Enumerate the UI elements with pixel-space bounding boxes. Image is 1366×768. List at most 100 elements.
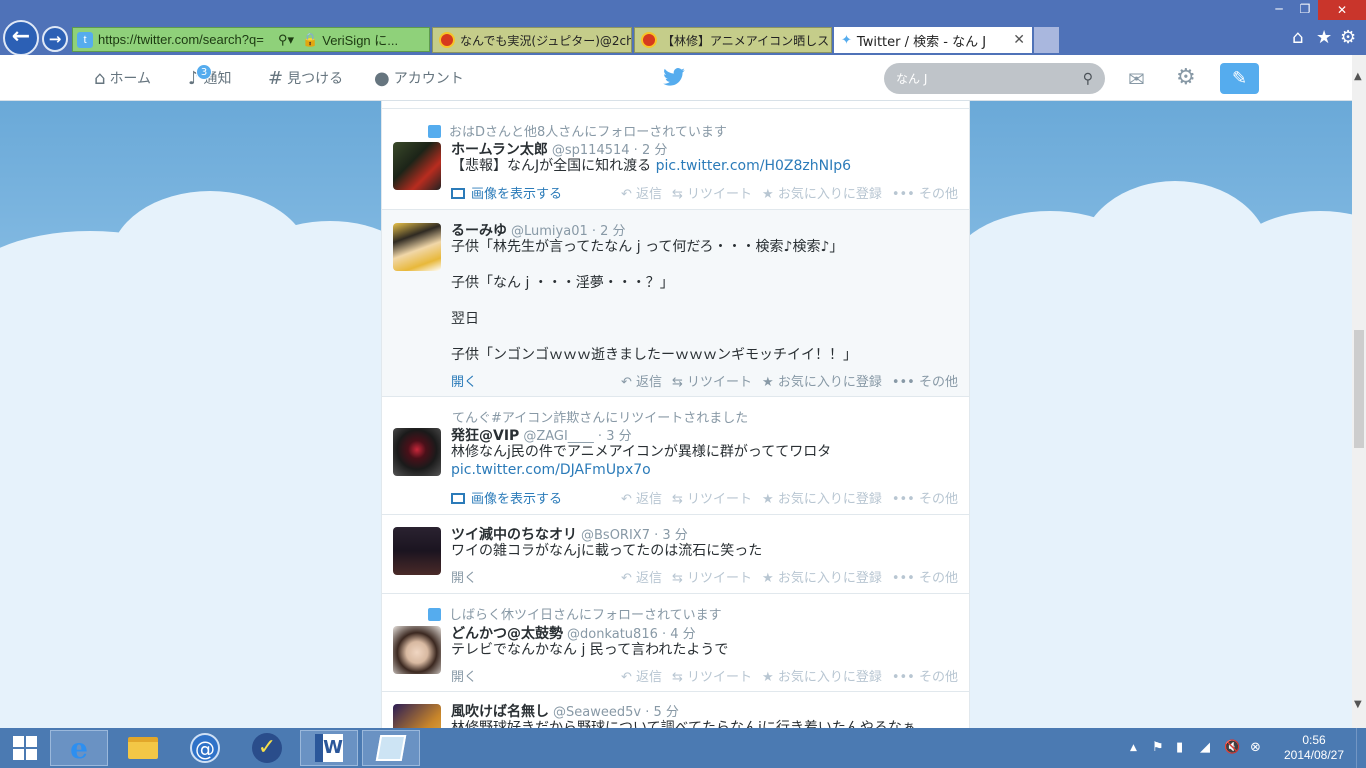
retweet-button[interactable]: ⇆ リツイート	[672, 371, 752, 390]
retweet-button[interactable]: ⇆ リツイート	[672, 567, 752, 586]
tweet-screen-name-time[interactable]: @BsORIX7 · 3 分	[581, 528, 688, 543]
tweet-item[interactable]: 風吹けば名無し @Seaweed5v · 5 分 林修野球好きだから野球について調…	[382, 692, 969, 728]
show-desktop-button[interactable]	[1356, 728, 1366, 768]
tab-2ch-jupiter[interactable]: なんでも実況(ジュピター)@2ch...	[432, 27, 632, 53]
taskbar-mail-app[interactable]: @	[176, 730, 234, 766]
expand-tweet-link[interactable]: 開く	[451, 567, 477, 586]
avatar[interactable]	[393, 704, 441, 728]
forward-arrow-icon[interactable]: →	[42, 26, 68, 52]
nav-home[interactable]: ⌂ ホーム	[94, 55, 151, 101]
vertical-scrollbar[interactable]: ▲ ▼	[1352, 55, 1366, 728]
favorite-button[interactable]: ★ お気に入りに登録	[762, 371, 882, 390]
taskbar-notepad[interactable]	[362, 730, 420, 766]
taskbar-internet-explorer[interactable]: e	[50, 730, 108, 766]
retweet-button[interactable]: ⇆ リツイート	[672, 183, 752, 202]
show-hidden-icons-chevron-icon[interactable]: ▲	[1130, 743, 1137, 753]
tweet-author-name[interactable]: ツイ減中のちなオリ	[451, 527, 577, 543]
close-circle-icon[interactable]: ⊗	[1250, 740, 1261, 755]
tab-twitter-search[interactable]: ✦ Twitter / 検索 - なん J ✕	[834, 27, 1032, 53]
address-bar[interactable]: t https://twitter.com/search?q= ⚲▾ 🔒 Ver…	[72, 27, 430, 52]
avatar[interactable]	[393, 428, 441, 476]
reply-button[interactable]: ↶ 返信	[621, 488, 662, 507]
expand-tweet-link[interactable]: 開く	[451, 371, 477, 390]
compose-tweet-button[interactable]: ✎	[1220, 63, 1259, 94]
lock-icon[interactable]: 🔒	[302, 32, 318, 48]
tweet-screen-name-time[interactable]: @sp114514 · 2 分	[552, 143, 667, 158]
scroll-up-icon[interactable]: ▲	[1354, 71, 1362, 82]
back-arrow-icon[interactable]: ←	[3, 20, 39, 56]
reply-button[interactable]: ↶ 返信	[621, 183, 662, 202]
close-tab-icon[interactable]: ✕	[1013, 32, 1025, 48]
favorites-star-icon[interactable]: ★	[1316, 27, 1332, 48]
tweet-author-name[interactable]: 発狂@VIP	[451, 428, 519, 444]
more-button[interactable]: ••• その他	[892, 488, 958, 507]
close-window-icon[interactable]: ✕	[1318, 0, 1366, 20]
taskbar-word[interactable]: W	[300, 730, 358, 766]
tweet-screen-name-time[interactable]: @Lumiya01 · 2 分	[511, 224, 626, 239]
tweet-screen-name-time[interactable]: @Seaweed5v · 5 分	[553, 705, 679, 720]
retweet-button[interactable]: ⇆ リツイート	[672, 666, 752, 685]
search-input[interactable]: なん J ⚲	[884, 63, 1105, 94]
favorite-button[interactable]: ★ お気に入りに登録	[762, 488, 882, 507]
more-button[interactable]: ••• その他	[892, 183, 958, 202]
start-button[interactable]	[0, 730, 50, 766]
tweet-item-previous[interactable]	[382, 101, 969, 109]
avatar[interactable]	[393, 527, 441, 575]
tweet-item[interactable]: ツイ減中のちなオリ @BsORIX7 · 3 分 ワイの雑コラがなんjに載ってたの…	[382, 515, 969, 594]
expand-tweet-link[interactable]: 開く	[451, 666, 477, 685]
more-button[interactable]: ••• その他	[892, 371, 958, 390]
maximize-icon[interactable]: ❐	[1292, 2, 1318, 16]
certificate-label[interactable]: VeriSign に...	[322, 30, 429, 49]
tweet-item[interactable]: しばらく休ツイ日さんにフォローされています どんかつ@太鼓勢 @donkatu81…	[382, 594, 969, 692]
tweet-author-name[interactable]: 風吹けば名無し	[451, 704, 549, 720]
avatar[interactable]	[393, 223, 441, 271]
home-icon[interactable]: ⌂	[1292, 27, 1303, 48]
tab-anime-icon-thread[interactable]: 【林修】アニメアイコン晒しスレ【アフ...	[634, 27, 832, 53]
search-dropdown-icon[interactable]: ⚲▾	[278, 32, 294, 48]
nav-notifications[interactable]: ♪ 通知	[188, 55, 232, 101]
tweet-item[interactable]: るーみゆ @Lumiya01 · 2 分 子供「林先生が言ってたなん j って何だ…	[382, 210, 969, 397]
new-tab-button[interactable]	[1034, 27, 1059, 53]
settings-gear-icon[interactable]: ⚙	[1176, 65, 1196, 90]
tweet-link[interactable]: pic.twitter.com/H0Z8zhNIp6	[656, 158, 851, 174]
nav-discover[interactable]: # 見つける	[268, 55, 343, 101]
reply-button[interactable]: ↶ 返信	[621, 567, 662, 586]
tweet-link[interactable]: pic.twitter.com/DJAFmUpx7o	[451, 462, 651, 478]
tweet-author-name[interactable]: るーみゆ	[451, 223, 507, 239]
direct-messages-envelope-icon[interactable]: ✉	[1128, 67, 1145, 91]
search-value[interactable]: なん J	[896, 70, 1083, 87]
tweet-author-name[interactable]: ホームラン太郎	[451, 142, 548, 158]
network-signal-icon[interactable]: ◢	[1200, 740, 1210, 755]
more-button[interactable]: ••• その他	[892, 666, 958, 685]
search-icon[interactable]: ⚲	[1083, 71, 1093, 87]
tweet-author-name[interactable]: どんかつ@太鼓勢	[451, 626, 563, 642]
tweet-item[interactable]: おはDさんと他8人さんにフォローされています ホームラン太郎 @sp114514 …	[382, 109, 969, 210]
favorite-button[interactable]: ★ お気に入りに登録	[762, 567, 882, 586]
show-image-button[interactable]: 画像を表示する	[451, 488, 562, 507]
address-url[interactable]: https://twitter.com/search?q=	[98, 32, 274, 47]
reply-button[interactable]: ↶ 返信	[621, 371, 662, 390]
tweet-screen-name-time[interactable]: @donkatu816 · 4 分	[567, 627, 696, 642]
more-button[interactable]: ••• その他	[892, 567, 958, 586]
tweet-item[interactable]: てんぐ#アイコン詐欺さんにリツイートされました 発狂@VIP @ZAGI____ …	[382, 397, 969, 515]
taskbar-file-explorer[interactable]	[114, 730, 172, 766]
minimize-icon[interactable]: ─	[1266, 2, 1292, 16]
avatar[interactable]	[393, 142, 441, 190]
avatar[interactable]	[393, 626, 441, 674]
system-clock[interactable]: 0:56 2014/08/27	[1282, 733, 1346, 763]
nav-account[interactable]: ● アカウント	[374, 55, 464, 101]
favorite-button[interactable]: ★ お気に入りに登録	[762, 183, 882, 202]
scrollbar-thumb[interactable]	[1354, 330, 1364, 448]
volume-muted-icon[interactable]: 🔇	[1224, 740, 1240, 755]
action-center-flag-icon[interactable]: ⚑	[1152, 740, 1164, 755]
show-image-button[interactable]: 画像を表示する	[451, 183, 562, 202]
twitter-bird-logo-icon[interactable]	[663, 67, 685, 92]
retweet-button[interactable]: ⇆ リツイート	[672, 488, 752, 507]
taskbar-app[interactable]: ✓	[238, 730, 296, 766]
power-battery-icon[interactable]: ▮	[1176, 740, 1183, 755]
reply-button[interactable]: ↶ 返信	[621, 666, 662, 685]
scroll-down-icon[interactable]: ▼	[1354, 699, 1362, 710]
tweet-screen-name-time[interactable]: @ZAGI____ · 3 分	[523, 429, 631, 444]
tools-gear-icon[interactable]: ⚙	[1340, 27, 1356, 48]
favorite-button[interactable]: ★ お気に入りに登録	[762, 666, 882, 685]
